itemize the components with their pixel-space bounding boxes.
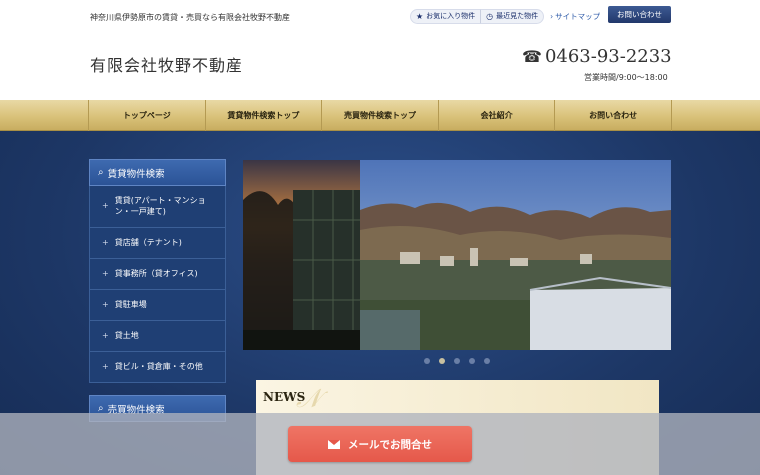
plus-icon: + (102, 201, 109, 211)
slider-dot[interactable] (454, 358, 460, 364)
top-links: ★ お気に入り物件 ◷ 最近見た物件 › サイトマップ (410, 8, 600, 24)
plus-icon: + (102, 330, 109, 340)
rental-search-header: ⌕ 賃貸物件検索 (89, 159, 226, 186)
nav-item-top[interactable]: トップページ (88, 100, 205, 131)
sidebar-item-label: 賃貸(アパート・マンション・一戸建て) (114, 195, 206, 216)
sidebar-item-office[interactable]: + 貸事務所（貸オフィス) (89, 259, 226, 290)
global-nav: トップページ 賃貸物件検索トップ 売買物件検索トップ 会社紹介 お問い合わせ (0, 100, 760, 131)
site-tagline: 神奈川県伊勢原市の賃貸・売買なら有限会社牧野不動産 (90, 13, 290, 22)
nav-item-rental-search[interactable]: 賃貸物件検索トップ (204, 100, 322, 131)
search-icon: ⌕ (98, 167, 104, 178)
plus-icon: + (102, 299, 109, 309)
nav-item-contact[interactable]: お問い合わせ (554, 100, 672, 131)
sunset-illustration (243, 160, 360, 350)
rental-search-title: 賃貸物件検索 (107, 168, 165, 180)
star-icon: ★ (416, 11, 424, 21)
sidebar-item-land[interactable]: + 貸土地 (89, 321, 226, 352)
slide-image-landscape (360, 160, 671, 350)
sitemap-link[interactable]: › サイトマップ (550, 11, 600, 22)
sidebar-item-label: 貸事務所（貸オフィス) (114, 268, 198, 278)
phone-icon: ☎ (522, 47, 542, 66)
favorites-link[interactable]: ★ お気に入り物件 (410, 8, 482, 24)
business-hours: 営業時間/9:00～18:00 (584, 73, 668, 82)
plus-icon: + (102, 361, 109, 371)
news-title: NEWS (263, 390, 306, 404)
global-nav-inner: トップページ 賃貸物件検索トップ 売買物件検索トップ 会社紹介 お問い合わせ (88, 100, 672, 131)
plus-icon: + (102, 268, 109, 278)
rental-search-menu: ⌕ 賃貸物件検索 + 賃貸(アパート・マンション・一戸建て) + 貸店舗（テナン… (89, 159, 226, 383)
nav-item-company[interactable]: 会社紹介 (437, 100, 555, 131)
history-icon: ◷ (486, 11, 494, 21)
header-contact-button[interactable]: お問い合わせ (608, 6, 671, 23)
sidebar-item-apartment[interactable]: + 賃貸(アパート・マンション・一戸建て) (89, 186, 226, 228)
sidebar-item-label: 貸店舗（テナント) (114, 237, 182, 247)
chevron-right-icon: › (550, 11, 554, 21)
sidebar-item-label: 貸土地 (114, 330, 139, 340)
landscape-illustration (360, 160, 671, 350)
phone-text: 0463-93-2233 (544, 46, 672, 67)
slider-dot[interactable] (484, 358, 490, 364)
sidebar-item-shop[interactable]: + 貸店舗（テナント) (89, 228, 226, 259)
sidebar-item-building[interactable]: + 貸ビル・貸倉庫・その他 (89, 352, 226, 383)
slider-pagination (243, 358, 671, 368)
sidebar-item-label: 貸駐車場 (114, 299, 147, 309)
envelope-icon (328, 439, 340, 449)
slider-dot-active[interactable] (439, 358, 445, 364)
slider-dot[interactable] (469, 358, 475, 364)
sitemap-label: サイトマップ (555, 11, 601, 21)
slide-image-sunset (243, 160, 360, 350)
mail-contact-button[interactable]: メールでお問合せ (288, 426, 472, 462)
plus-icon: + (102, 237, 109, 247)
company-name[interactable]: 有限会社牧野不動産 (90, 52, 243, 76)
site-header: 神奈川県伊勢原市の賃貸・売買なら有限会社牧野不動産 有限会社牧野不動産 ★ お気… (0, 0, 760, 100)
sidebar-item-parking[interactable]: + 貸駐車場 (89, 290, 226, 321)
nav-item-sale-search[interactable]: 売買物件検索トップ (321, 100, 438, 131)
recent-link[interactable]: ◷ 最近見た物件 (481, 8, 545, 24)
sidebar-item-label: 貸ビル・貸倉庫・その他 (114, 361, 203, 371)
hero-slider[interactable] (243, 160, 671, 350)
favorites-label: お気に入り物件 (426, 12, 476, 20)
phone-number[interactable]: ☎ 0463-93-2233 (522, 46, 672, 67)
mail-contact-label: メールでお問合せ (348, 438, 432, 451)
slider-dot[interactable] (424, 358, 430, 364)
recent-label: 最近見た物件 (496, 12, 539, 20)
